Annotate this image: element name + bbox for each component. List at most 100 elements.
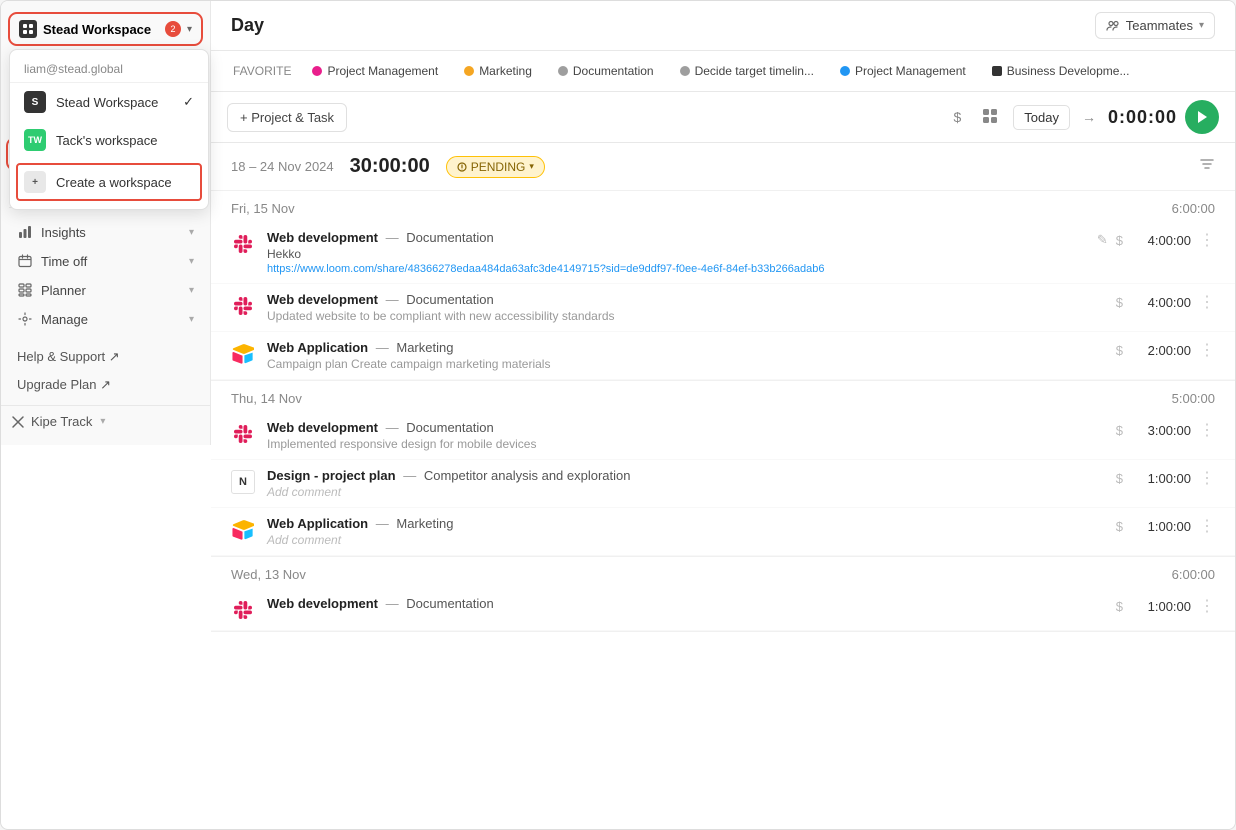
kipe-track-arrow: ▾	[100, 416, 105, 427]
edit-icon[interactable]: ✎	[1097, 232, 1108, 248]
play-icon	[1196, 110, 1208, 124]
insights-arrow: ▾	[189, 227, 194, 238]
entry-url[interactable]: https://www.loom.com/share/48366278edaa4…	[267, 263, 1085, 275]
entry-menu-button[interactable]: ⋮	[1199, 420, 1215, 440]
workspace-button[interactable]: Stead Workspace 2 ▾	[11, 15, 200, 43]
play-button[interactable]	[1185, 100, 1219, 134]
entry-title: Web development — Documentation	[267, 420, 1104, 435]
sidebar-item-manage[interactable]: Manage ▾	[9, 305, 202, 333]
entry-main: Web development — Documentation Implemen…	[267, 420, 1104, 451]
sidebar-item-insights[interactable]: Insights ▾	[9, 218, 202, 246]
entry-menu-button[interactable]: ⋮	[1199, 516, 1215, 536]
billable-icon[interactable]: $	[1116, 233, 1123, 248]
slack-app-icon	[231, 232, 255, 256]
sidebar-bottom: Help & Support ↗ Upgrade Plan ↗	[1, 337, 210, 405]
entry-title: Web Application — Marketing	[267, 340, 1104, 355]
entry-time: 1:00:00	[1131, 471, 1191, 486]
teammates-button[interactable]: Teammates ▾	[1095, 12, 1215, 39]
entry-main: Design - project plan — Competitor analy…	[267, 468, 1104, 499]
billable-icon[interactable]: $	[1116, 423, 1123, 438]
main-content: Day Teammates ▾ FAVORITE Project Managem…	[211, 1, 1235, 829]
tab-dot-notion	[992, 66, 1002, 76]
entry-separator: —	[386, 230, 403, 245]
billable-icon[interactable]: $	[1116, 343, 1123, 358]
entry-right: $ 1:00:00 ⋮	[1116, 516, 1215, 536]
entry-project: Web development	[267, 292, 378, 307]
notion-app-icon: N	[231, 470, 255, 494]
entry-title: Web development — Documentation	[267, 292, 1104, 307]
entry-right: $ 4:00:00 ⋮	[1116, 292, 1215, 312]
tab-marketing[interactable]: Marketing	[453, 59, 543, 83]
workspace-option-stead[interactable]: S Stead Workspace ✓	[10, 83, 208, 121]
entry-add-comment: Add comment	[267, 533, 1104, 547]
help-support-link[interactable]: Help & Support ↗	[9, 345, 202, 369]
time-entry: Web development — Documentation $ 1:00:0…	[211, 588, 1235, 631]
entry-project: Web development	[267, 596, 378, 611]
entry-title: Web development — Documentation	[267, 230, 1085, 245]
tab-project-management-1[interactable]: Project Management	[301, 59, 449, 83]
sidebar-item-time-off[interactable]: Time off ▾	[9, 247, 202, 275]
workspace-option-tack[interactable]: TW Tack's workspace	[10, 121, 208, 159]
billable-icon[interactable]: $	[1116, 295, 1123, 310]
slack-app-icon	[231, 598, 255, 622]
day-label-fri-15: Fri, 15 Nov	[231, 201, 295, 216]
entry-name: Hekko	[267, 247, 1085, 261]
entry-comment: Implemented responsive design for mobile…	[267, 437, 1104, 451]
create-workspace-item[interactable]: + Create a workspace	[16, 163, 202, 201]
tab-label-4: Project Management	[855, 64, 966, 78]
entry-category: Documentation	[406, 230, 493, 245]
entry-main: Web development — Documentation	[267, 596, 1104, 611]
kipe-track-button[interactable]: Kipe Track ▾	[11, 414, 200, 429]
entry-menu-button[interactable]: ⋮	[1199, 230, 1215, 250]
tab-label-1: Marketing	[479, 64, 532, 78]
today-button[interactable]: Today	[1013, 105, 1070, 130]
tab-documentation[interactable]: Documentation	[547, 59, 665, 83]
billable-icon[interactable]: $	[1116, 519, 1123, 534]
time-entry: Web development — Documentation Updated …	[211, 284, 1235, 332]
entry-menu-button[interactable]: ⋮	[1199, 292, 1215, 312]
entry-menu-button[interactable]: ⋮	[1199, 340, 1215, 360]
tab-business-dev[interactable]: Business Developme...	[981, 59, 1141, 83]
add-task-button[interactable]: + Project & Task	[227, 103, 347, 132]
time-entry: N Design - project plan — Competitor ana…	[211, 460, 1235, 508]
dollar-icon[interactable]: $	[947, 105, 967, 129]
week-total: 30:00:00	[350, 155, 430, 178]
calendar-icon	[17, 253, 33, 269]
filter-icon[interactable]	[1199, 156, 1215, 177]
upgrade-plan-link[interactable]: Upgrade Plan ↗	[9, 373, 202, 397]
tab-project-management-2[interactable]: Project Management	[829, 59, 977, 83]
entry-menu-button[interactable]: ⋮	[1199, 468, 1215, 488]
time-off-label: Time off	[41, 254, 87, 269]
pending-badge[interactable]: PENDING ▾	[446, 156, 545, 178]
toolbar-left: + Project & Task	[227, 103, 347, 132]
entry-right: $ 2:00:00 ⋮	[1116, 340, 1215, 360]
entry-separator: —	[403, 468, 420, 483]
tab-dot-gray-2	[680, 66, 690, 76]
tab-decide-target[interactable]: Decide target timelin...	[669, 59, 825, 83]
time-entry: Web development — Documentation Hekko ht…	[211, 222, 1235, 284]
time-entry: Web development — Documentation Implemen…	[211, 412, 1235, 460]
stead-avatar: S	[24, 91, 46, 113]
entry-project: Web Application	[267, 516, 368, 531]
billable-icon[interactable]: $	[1116, 599, 1123, 614]
toolbar: + Project & Task $ Today → 0:00:00	[211, 92, 1235, 143]
slack-app-icon	[231, 422, 255, 446]
workspace-icon	[19, 20, 37, 38]
tab-label-5: Business Developme...	[1007, 64, 1130, 78]
entry-category: Documentation	[406, 292, 493, 307]
billable-icon[interactable]: $	[1116, 471, 1123, 486]
page-title: Day	[231, 15, 264, 36]
entry-project: Web Application	[267, 340, 368, 355]
entry-menu-button[interactable]: ⋮	[1199, 596, 1215, 616]
sidebar-footer: Kipe Track ▾	[1, 405, 210, 437]
day-header-wed-13: Wed, 13 Nov 6:00:00	[211, 557, 1235, 588]
insights-label: Insights	[41, 225, 86, 240]
day-label-thu-14: Thu, 14 Nov	[231, 391, 302, 406]
sidebar-item-planner[interactable]: Planner ▾	[9, 276, 202, 304]
prev-arrow-icon[interactable]: →	[1078, 107, 1100, 127]
entry-time: 2:00:00	[1131, 343, 1191, 358]
grid-view-icon[interactable]	[975, 103, 1005, 132]
day-section-fri-15: Fri, 15 Nov 6:00:00 Web development — Do…	[211, 191, 1235, 381]
toolbar-right: $ Today → 0:00:00	[947, 100, 1219, 134]
sidebar-nav: Insights ▾ Time off ▾ Planner ▾	[1, 214, 210, 337]
